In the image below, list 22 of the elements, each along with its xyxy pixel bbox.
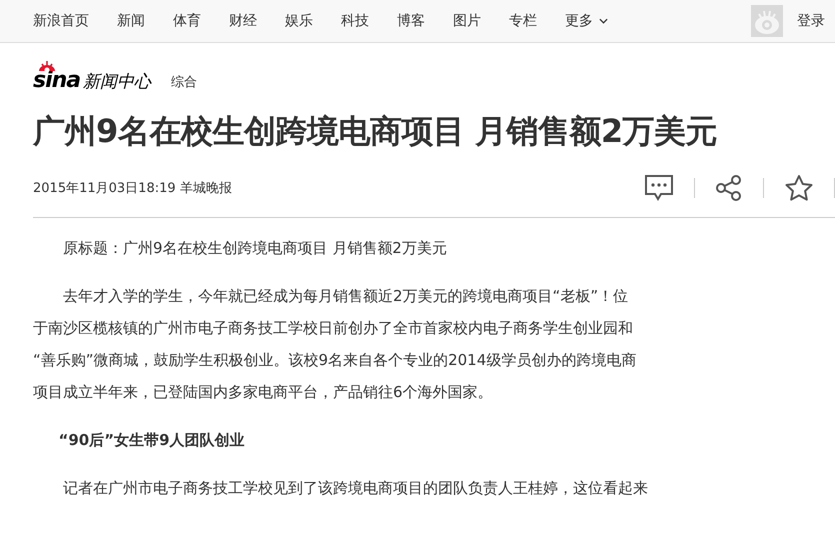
nav-link[interactable]: 博客 — [397, 12, 425, 30]
comment-icon[interactable] — [644, 174, 674, 202]
nav-link[interactable]: 科技 — [341, 12, 369, 30]
share-icon[interactable] — [715, 174, 743, 202]
star-icon[interactable] — [784, 174, 814, 202]
login-link[interactable]: 登录 — [797, 12, 825, 30]
article-title: 广州9名在校生创跨境电商项目 月销售额2万美元 — [33, 111, 718, 152]
nav-link[interactable]: 体育 — [173, 12, 201, 30]
paragraph: 原标题：广州9名在校生创跨境电商项目 月销售额2万美元 — [62, 238, 448, 259]
paragraph: 记者在广州市电子商务技工学校见到了该跨境电商项目的团队负责人王桂婷，这位看起来 — [62, 478, 649, 499]
paragraph: 去年才入学的学生，今年就已经成为每月销售额近2万美元的跨境电商项目“老板”！位 于南沙区榄核镇的广州市电子商务技工学校日前创办了全市首家校内电子商务学生创业园和 “善乐购”微商城，鼓励学生积极创业。该校9名来自各个专业的2014级学员创办的跨境电商 项目成立半年来，已登陆国内多家电商平台，产品销往6个海外国家。 — [33, 286, 638, 403]
channel-link[interactable]: 综合 — [171, 73, 198, 93]
nav-link[interactable]: 专栏 — [509, 12, 537, 30]
nav-link[interactable]: 娱乐 — [285, 12, 313, 30]
nav-link[interactable]: 新闻 — [117, 12, 145, 30]
sina-logo[interactable]: sina新闻中心 — [33, 59, 152, 93]
nav-link[interactable]: 图片 — [453, 12, 481, 30]
nav-link[interactable]: 更多 — [565, 12, 608, 30]
nav-link[interactable]: 财经 — [229, 12, 257, 30]
article-meta: 2015年11月03日18:19 羊城晚报 — [33, 180, 232, 197]
section-heading: “90后”女生带9人团队创业 — [58, 430, 246, 451]
nav-link[interactable]: 新浪首页 — [33, 12, 89, 30]
